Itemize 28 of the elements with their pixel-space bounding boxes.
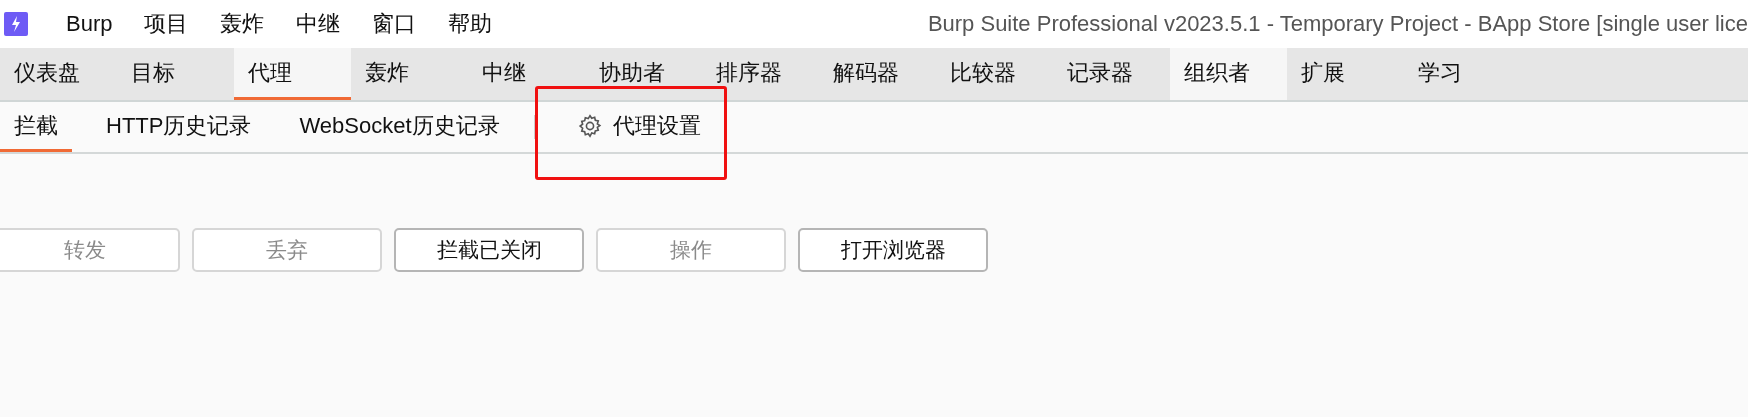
main-tab[interactable]: 仪表盘 [0, 48, 117, 100]
main-tab[interactable]: 排序器 [702, 48, 819, 100]
settings-icon [576, 112, 603, 139]
window-title: Burp Suite Professional v2023.5.1 - Temporary Project - BApp Store [single user lice [927, 11, 1748, 37]
settings-tab[interactable]: 代理设置 [562, 102, 715, 152]
menu-item[interactable]: 窗口 [372, 9, 417, 39]
menu-item[interactable]: 项目 [144, 9, 189, 39]
sub-tab[interactable]: WebSocket历史记录 [285, 102, 514, 152]
main-tab[interactable]: 扩展 [1287, 48, 1404, 100]
main-tab[interactable]: 协助者 [585, 48, 702, 100]
main-tab[interactable]: 代理 [234, 48, 351, 100]
main-tab[interactable]: 比较器 [936, 48, 1053, 100]
action-button[interactable]: 打开浏览器 [798, 228, 988, 272]
menu-item[interactable]: Burp [66, 11, 113, 37]
menu-item[interactable]: 轰炸 [220, 9, 265, 39]
main-tab[interactable]: 学习 [1404, 48, 1521, 100]
main-tab[interactable]: 记录器 [1053, 48, 1170, 100]
main-tab[interactable]: 目标 [117, 48, 234, 100]
menu-item[interactable]: 帮助 [448, 9, 493, 39]
sub-tab[interactable]: HTTP历史记录 [92, 102, 266, 152]
action-button[interactable]: 拦截已关闭 [394, 228, 584, 272]
main-tab[interactable]: 组织者 [1170, 48, 1287, 100]
main-tab[interactable]: 轰炸 [351, 48, 468, 100]
main-tab[interactable]: 解码器 [819, 48, 936, 100]
logo-icon [4, 12, 28, 36]
main-tab[interactable]: 中继 [468, 48, 585, 100]
sub-tab[interactable]: 拦截 [0, 102, 72, 152]
menu-item[interactable]: 中继 [296, 9, 341, 39]
